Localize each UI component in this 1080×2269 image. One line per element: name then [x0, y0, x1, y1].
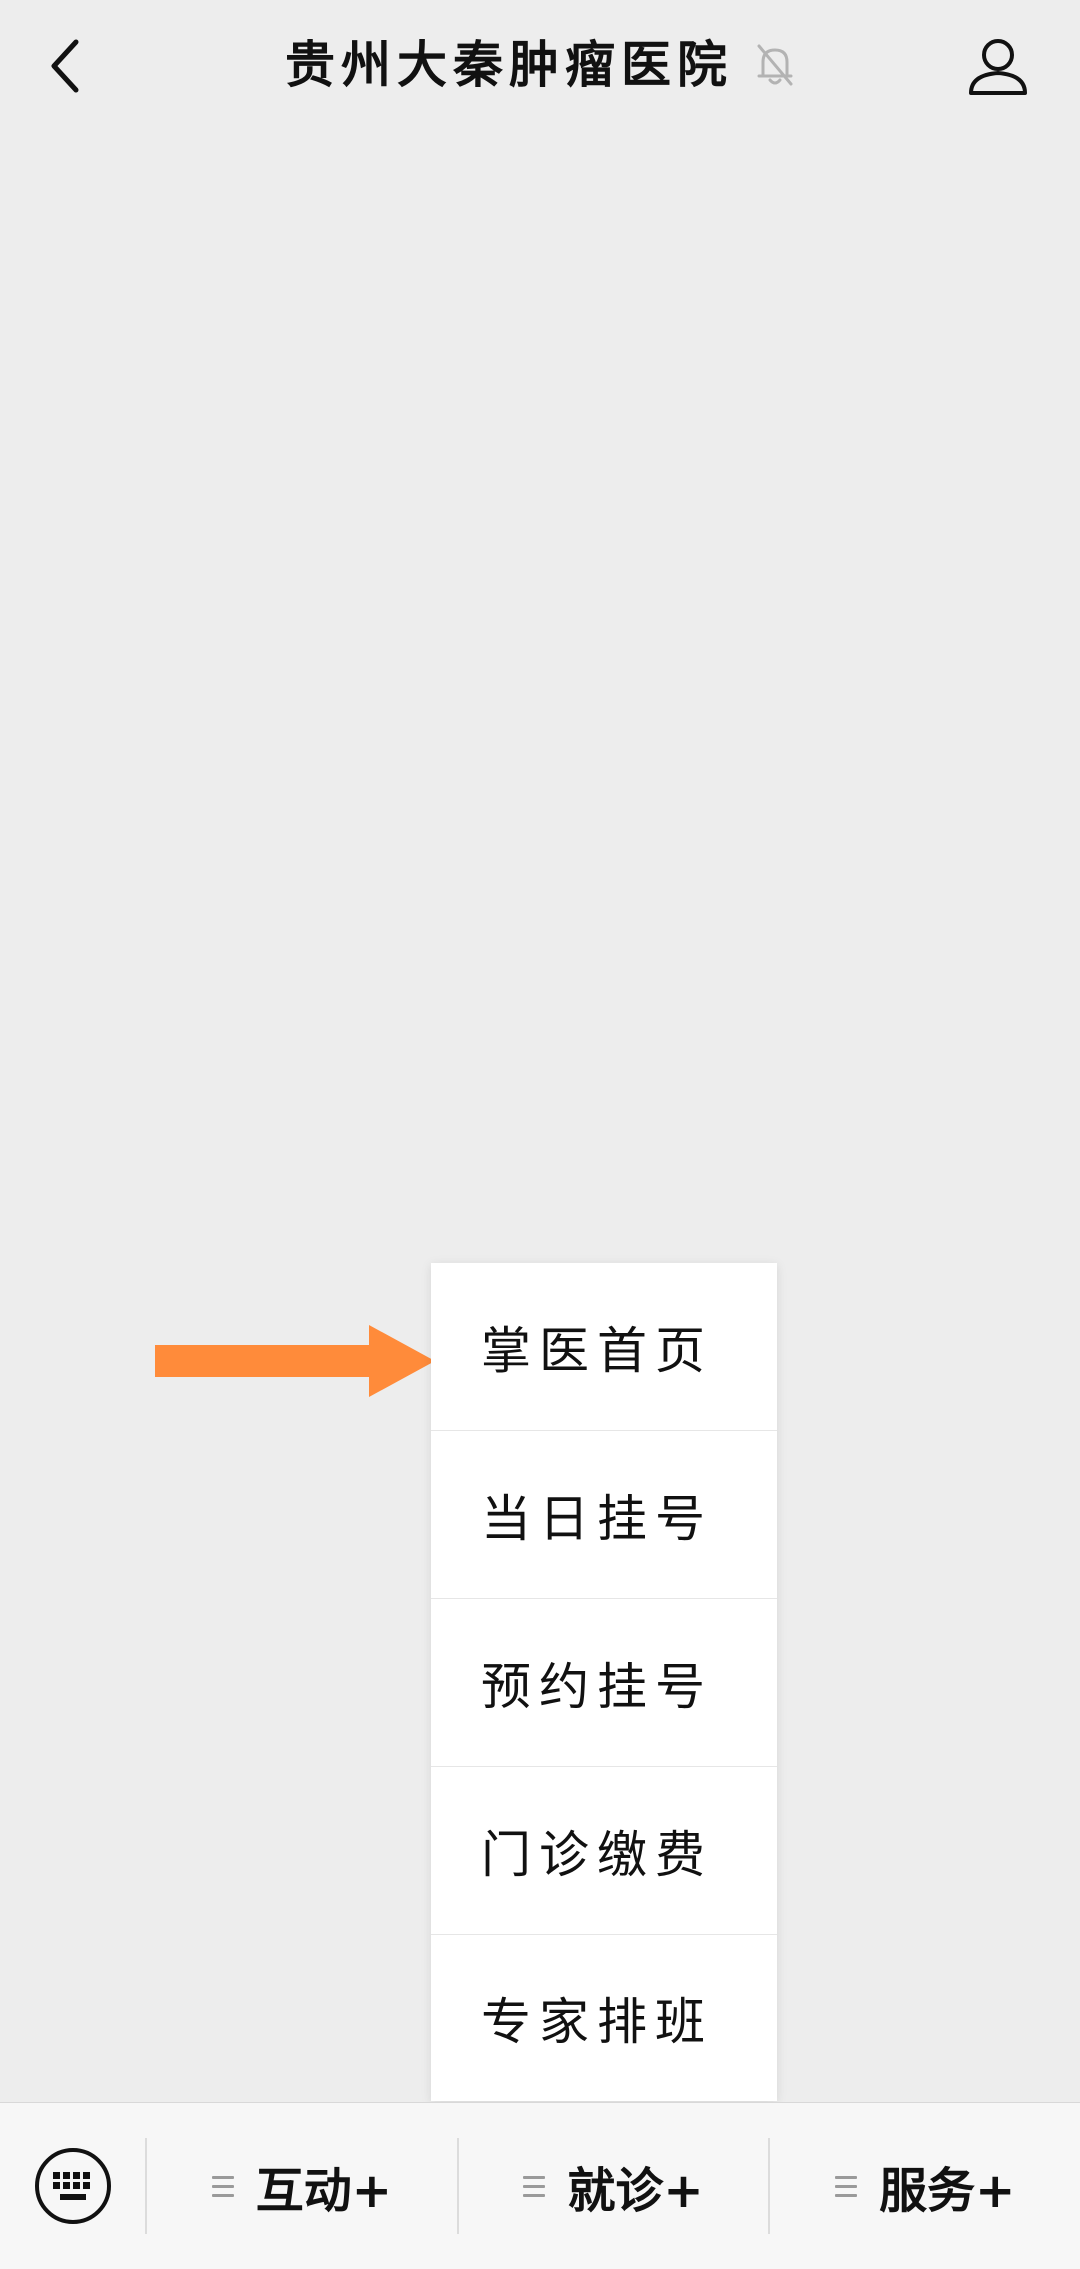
profile-button[interactable]: [964, 32, 1032, 100]
bell-off-icon: [755, 42, 795, 88]
menu-lines-icon: [523, 2175, 546, 2197]
chat-title-area: 贵州大秦肿瘤医院: [0, 30, 1080, 100]
menu-tab-label: 服务+: [879, 2163, 1016, 2219]
menu-tab-label: 就诊+: [567, 2163, 704, 2219]
menu-item-expert-schedule[interactable]: 专家排班: [431, 1935, 777, 2101]
person-icon: [969, 39, 1027, 95]
page-title: 贵州大秦肿瘤医院: [285, 36, 733, 94]
menu-tab-interaction[interactable]: 互动+: [147, 2103, 457, 2269]
menu-item-home[interactable]: 掌医首页: [431, 1263, 777, 1431]
arrow-right-icon: [155, 1325, 435, 1397]
menu-lines-icon: [835, 2175, 858, 2197]
bottom-menu-bar: 互动+ 就诊+ 服务+: [0, 2102, 1080, 2269]
menu-tab-service[interactable]: 服务+: [770, 2103, 1080, 2269]
top-nav-bar: 贵州大秦肿瘤医院: [0, 0, 1080, 136]
menu-item-same-day-registration[interactable]: 当日挂号: [431, 1431, 777, 1599]
keyboard-icon: [34, 2148, 111, 2224]
menu-item-appointment-registration[interactable]: 预约挂号: [431, 1599, 777, 1767]
menu-lines-icon: [211, 2175, 234, 2197]
menu-tab-label: 互动+: [255, 2163, 392, 2219]
popup-menu: 掌医首页 当日挂号 预约挂号 门诊缴费 专家排班: [431, 1263, 777, 2101]
keyboard-toggle-button[interactable]: [0, 2103, 145, 2269]
menu-item-outpatient-payment[interactable]: 门诊缴费: [431, 1767, 777, 1935]
menu-tab-visit[interactable]: 就诊+: [459, 2103, 769, 2269]
